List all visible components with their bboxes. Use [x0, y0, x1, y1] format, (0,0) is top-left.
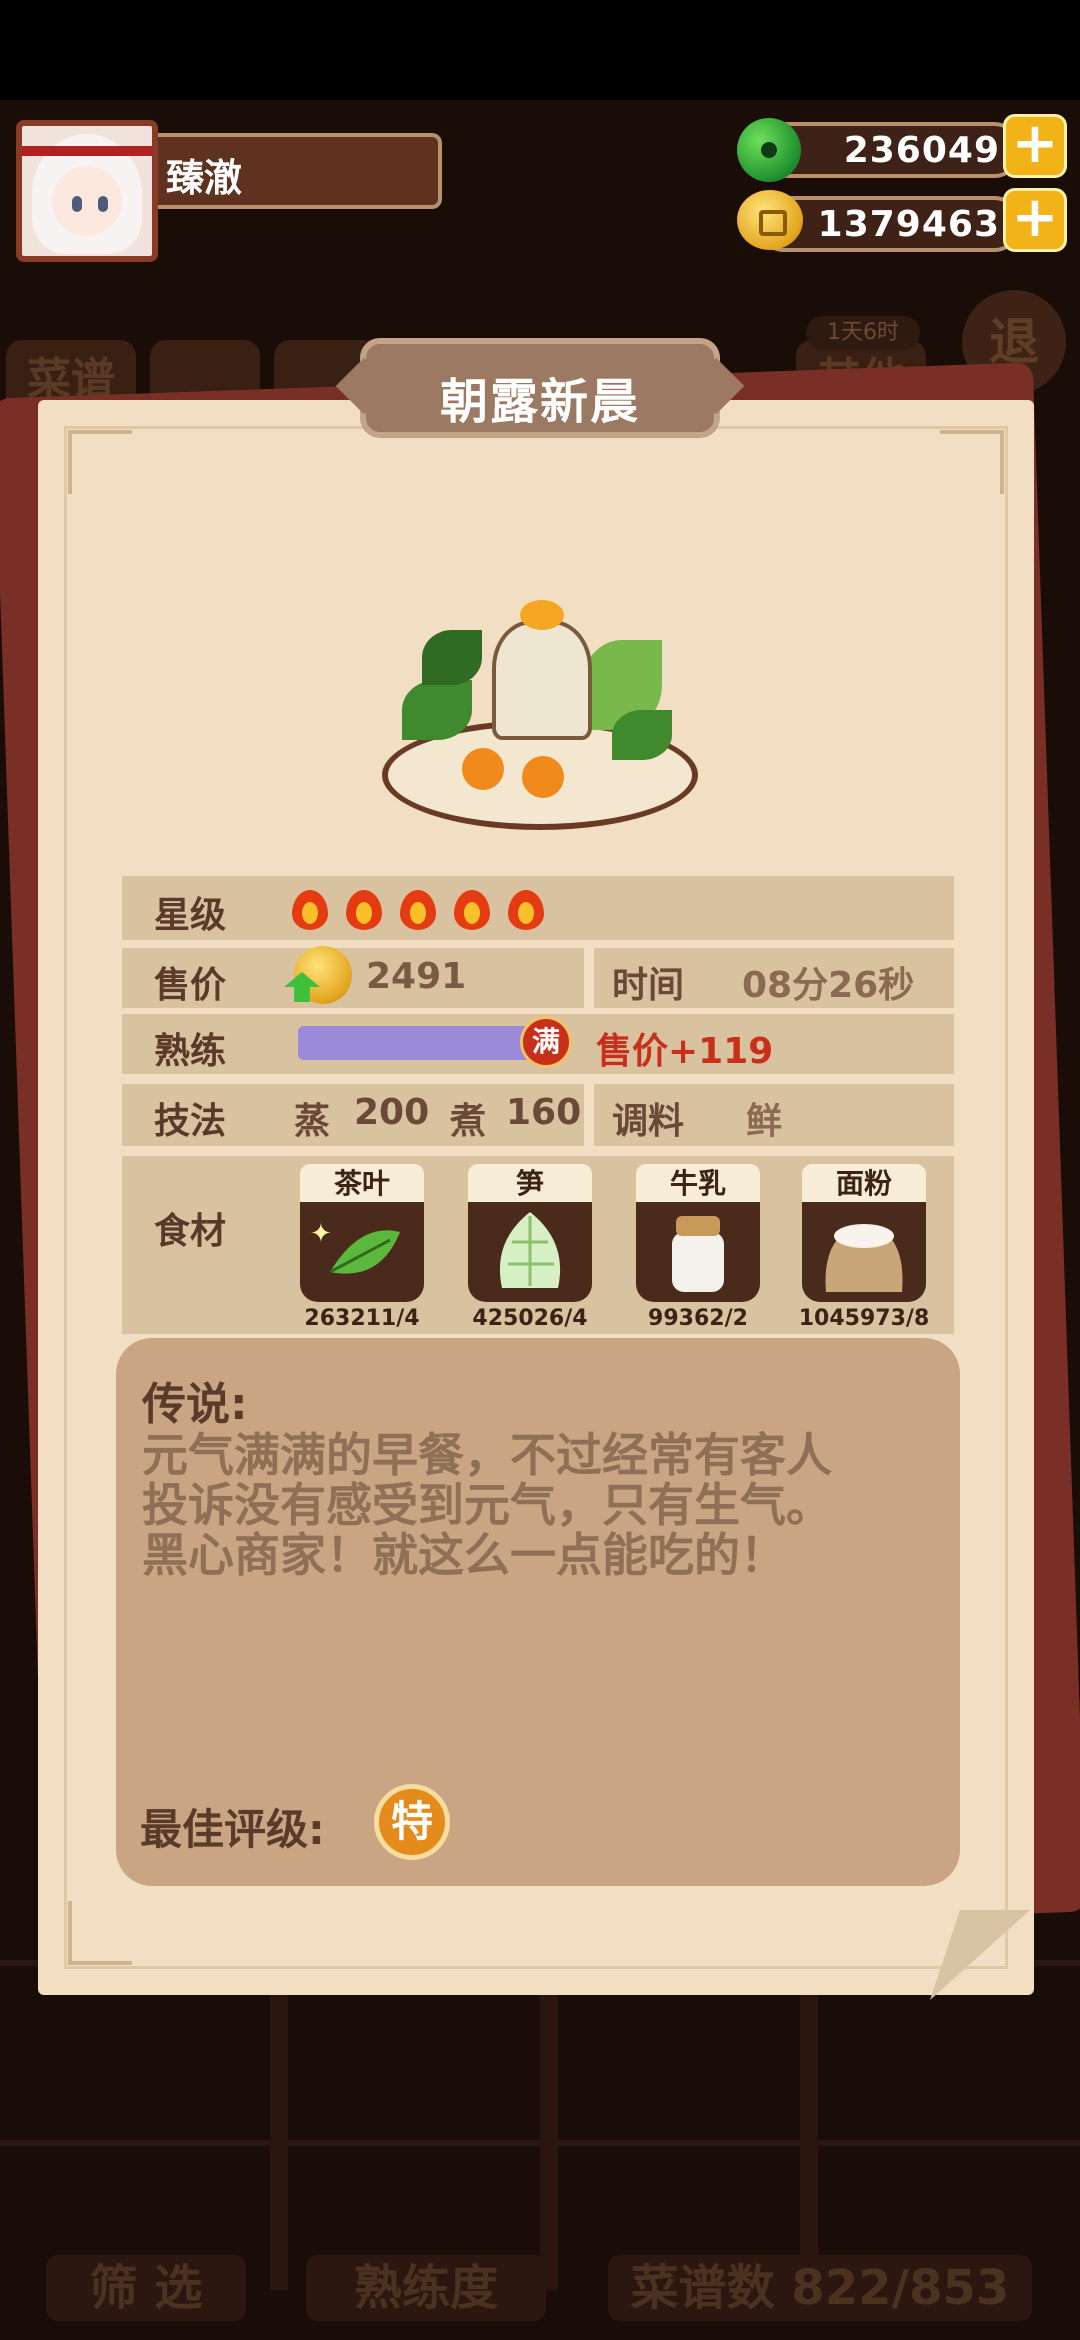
- player-name: 臻澈: [166, 156, 243, 200]
- mastery-progress-bar: [298, 1026, 534, 1060]
- price-label: 售价: [154, 965, 227, 1006]
- shelf-post: [270, 1990, 288, 2290]
- avatar-eye: [72, 196, 82, 212]
- ingredients-label: 食材: [154, 1211, 227, 1252]
- egg-yolk: [520, 600, 564, 630]
- avatar-eye: [98, 196, 108, 212]
- legend-text: 元气满满的早餐，不过经常有客人投诉没有感受到元气，只有生气。黑心商家！就这么一点…: [142, 1428, 832, 1582]
- leaf: [402, 680, 472, 740]
- player-nameplate[interactable]: 臻澈: [158, 133, 442, 209]
- corner-ornament: [940, 430, 1004, 494]
- mastery-bonus: 售价+119: [596, 1031, 774, 1072]
- add-jade-button[interactable]: +: [1003, 114, 1067, 178]
- add-gold-button[interactable]: +: [1003, 188, 1067, 252]
- ingredient-name: 牛乳: [636, 1164, 760, 1204]
- corner-ornament: [68, 1901, 132, 1965]
- avatar-face: [52, 166, 122, 236]
- ingredient-slot[interactable]: [636, 1202, 760, 1302]
- ingredient-count: 263211/4: [304, 1306, 420, 1331]
- mastery-sort-button: 熟练度: [306, 2255, 546, 2321]
- rice-cake: [492, 620, 592, 740]
- tea-leaf-icon: ✦: [310, 1219, 400, 1274]
- svg-text:✦: ✦: [310, 1219, 332, 1249]
- seasoning-value: 鲜: [746, 1101, 783, 1142]
- best-grade-label: 最佳评级:: [140, 1805, 325, 1854]
- ingredient-slot[interactable]: [802, 1202, 926, 1302]
- milk-jar-icon: [672, 1216, 724, 1292]
- technique-steam-name: 蒸: [294, 1101, 331, 1142]
- recipe-count: 菜谱数 822/853: [608, 2255, 1032, 2321]
- avatar-headband: [22, 146, 152, 156]
- dish-illustration: [382, 580, 698, 840]
- mastery-full-badge: 满: [520, 1016, 572, 1068]
- flame-star-icon: [290, 884, 330, 932]
- corner-ornament: [68, 430, 132, 494]
- technique-boil-value: 160: [506, 1092, 582, 1133]
- kumquat: [462, 748, 504, 790]
- ingredient-slot[interactable]: ✦: [300, 1202, 424, 1302]
- timer-badge: 1天6时: [806, 316, 920, 350]
- kumquat: [522, 756, 564, 798]
- best-grade-badge: 特: [374, 1784, 450, 1860]
- seasoning-label: 调料: [612, 1101, 685, 1142]
- shelf-post: [800, 1990, 818, 2290]
- flame-star-icon: [398, 884, 438, 932]
- technique-boil-name: 煮: [450, 1101, 487, 1142]
- bamboo-shoot-icon: [499, 1212, 561, 1288]
- leaf: [422, 630, 482, 685]
- jade-coin-icon: [737, 118, 801, 182]
- recipe-title-banner: 朝露新晨: [360, 338, 720, 438]
- jade-amount: 236049: [843, 130, 1000, 171]
- ingredient-name: 面粉: [802, 1164, 926, 1204]
- ingredient-name: 茶叶: [300, 1164, 424, 1204]
- technique-steam-value: 200: [354, 1092, 430, 1133]
- gold-amount: 1379463: [817, 204, 1000, 245]
- flame-star-icon: [452, 884, 492, 932]
- technique-label: 技法: [154, 1101, 227, 1142]
- filter-button: 筛 选: [46, 2255, 246, 2321]
- ingredient-count: 1045973/8: [798, 1306, 930, 1331]
- recipe-title: 朝露新晨: [439, 374, 640, 430]
- flame-star-icon: [506, 884, 546, 932]
- time-label: 时间: [612, 965, 685, 1006]
- time-value: 08分26秒: [742, 965, 915, 1006]
- gold-coin-icon: [737, 190, 803, 250]
- legend-title: 传说:: [142, 1379, 248, 1430]
- flour-sack-icon: [825, 1224, 903, 1292]
- price-value: 2491: [366, 956, 467, 997]
- ingredient-count: 99362/2: [648, 1306, 748, 1331]
- ingredient-count: 425026/4: [472, 1306, 588, 1331]
- player-avatar[interactable]: [16, 120, 158, 262]
- ingredient-name: 笋: [468, 1164, 592, 1204]
- leaf: [612, 710, 672, 760]
- shelf-post: [540, 1990, 558, 2290]
- star-label: 星级: [154, 895, 227, 936]
- flame-star-icon: [344, 884, 384, 932]
- ingredient-slot[interactable]: [468, 1202, 592, 1302]
- mastery-label: 熟练: [154, 1031, 227, 1072]
